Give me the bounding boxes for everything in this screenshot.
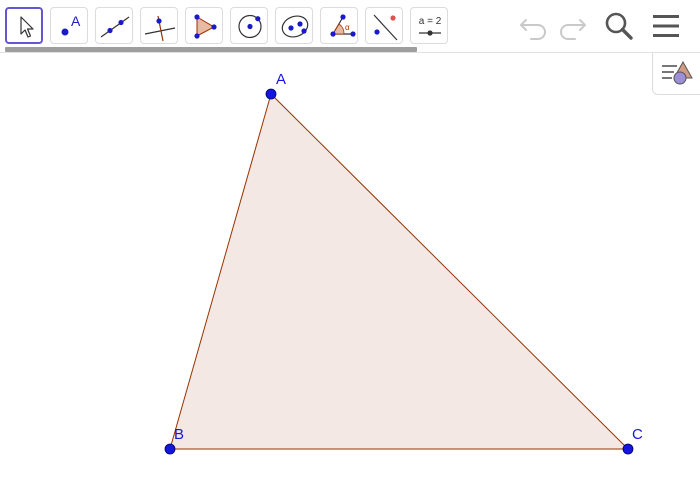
reflect-icon (373, 14, 398, 41)
point-a[interactable] (265, 88, 277, 100)
move-tool-button[interactable] (5, 7, 43, 44)
search-icon (605, 12, 633, 40)
move-arrow-icon (20, 16, 34, 38)
undo-button[interactable] (516, 8, 552, 44)
style-bar-toggle-button[interactable] (652, 53, 700, 95)
polygon-icon (194, 14, 217, 39)
angle-tool-button[interactable]: α (320, 7, 358, 44)
point-tool-button[interactable]: A (50, 7, 88, 44)
search-button[interactable] (600, 8, 636, 44)
ellipse-icon (281, 15, 309, 38)
reflect-tool-button[interactable] (365, 7, 403, 44)
graphics-view[interactable]: A B C (0, 53, 700, 500)
point-icon: A (61, 13, 81, 36)
toolbar: A α a = 2 (0, 0, 700, 52)
main-menu-button[interactable] (648, 8, 684, 44)
slider-icon: a = 2 (419, 16, 442, 36)
line-icon (100, 16, 130, 38)
perpendicular-line-tool-button[interactable] (140, 7, 178, 44)
circle-tool-button[interactable] (230, 7, 268, 44)
point-label-a[interactable]: A (276, 71, 286, 88)
point-tool-letter: A (71, 13, 81, 29)
circle-with-center-icon (238, 14, 262, 39)
point-b[interactable] (164, 443, 176, 455)
point-label-b[interactable]: B (174, 426, 184, 443)
slider-tool-button[interactable]: a = 2 (410, 7, 448, 44)
angle-icon: α (330, 14, 356, 37)
redo-button[interactable] (554, 8, 590, 44)
geogebra-app: A α a = 2 A B C (0, 0, 700, 500)
point-label-c[interactable]: C (632, 426, 643, 443)
style-bar-toggle-icon (662, 60, 693, 85)
redo-icon (560, 19, 586, 40)
polygon-tool-button[interactable] (185, 7, 223, 44)
slider-tool-text: a = 2 (419, 16, 442, 27)
menu-icon (653, 15, 679, 37)
perpendicular-line-icon (144, 15, 176, 42)
point-c[interactable] (622, 443, 634, 455)
triangle-polygon[interactable] (169, 93, 630, 450)
line-tool-button[interactable] (95, 7, 133, 44)
undo-icon (520, 19, 546, 40)
angle-tool-alpha: α (345, 23, 350, 32)
ellipse-tool-button[interactable] (275, 7, 313, 44)
